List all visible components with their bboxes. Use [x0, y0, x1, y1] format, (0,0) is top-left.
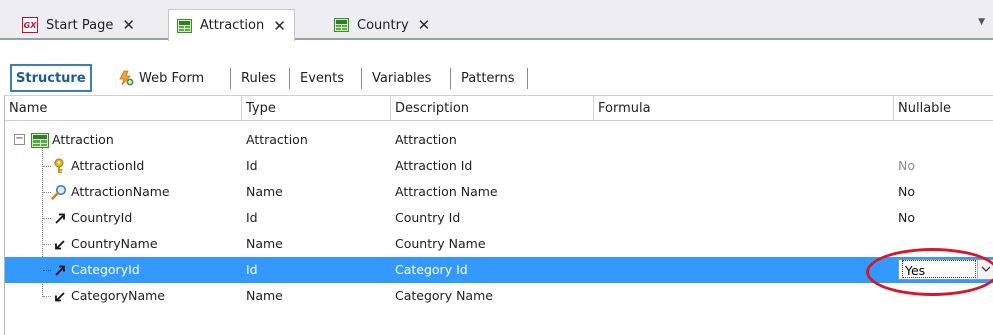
tab-label: Start Page — [46, 17, 114, 33]
tab-attraction[interactable]: Attraction ✕ — [168, 9, 295, 41]
nullable-select[interactable]: Yes — [898, 259, 993, 280]
attribute-description: Category Name — [395, 288, 493, 303]
attribute-description: Country Name — [395, 236, 486, 251]
attribute-name: CategoryId — [71, 262, 140, 277]
divider — [361, 68, 362, 89]
attribute-description: Category Id — [395, 262, 468, 277]
gx-icon: GX — [22, 17, 38, 33]
table-row[interactable]: AttractionId Id Attraction Id No — [5, 153, 993, 179]
attribute-name: CategoryName — [71, 288, 165, 303]
structure-grid: Name Type Description Formula Nullable −… — [4, 95, 993, 335]
foreign-key-icon — [54, 263, 66, 277]
tree-connector — [43, 218, 51, 219]
transaction-icon — [31, 133, 49, 148]
attribute-name: CountryId — [71, 210, 133, 225]
attribute-name: AttractionId — [71, 158, 145, 173]
key-icon — [53, 158, 65, 174]
tab-list-dropdown-icon[interactable]: ▼ — [978, 17, 985, 27]
tab-label: Attraction — [200, 18, 265, 33]
attribute-type: Id — [246, 210, 258, 225]
divider — [230, 68, 231, 89]
collapse-icon[interactable]: − — [14, 134, 25, 145]
nullable-value[interactable]: No — [898, 153, 915, 179]
column-header-formula[interactable]: Formula — [594, 96, 894, 121]
tab-rules[interactable]: Rules — [236, 65, 281, 91]
divider — [450, 68, 451, 89]
search-index-icon — [51, 184, 67, 200]
close-icon[interactable]: ✕ — [273, 17, 286, 35]
attribute-description: Country Id — [395, 210, 461, 225]
tree-connector — [43, 166, 51, 167]
tab-start-page[interactable]: GX Start Page ✕ — [14, 10, 143, 40]
document-tab-bar: GX Start Page ✕ Attraction ✕ Country ✕ ▼ — [0, 0, 993, 41]
tab-variables[interactable]: Variables — [367, 65, 436, 91]
nullable-selected-value: Yes — [902, 260, 976, 278]
tree-connector — [43, 244, 51, 245]
table-row[interactable]: CountryName Name Country Name — [5, 231, 993, 257]
attribute-description: Attraction — [395, 132, 457, 147]
column-header-type[interactable]: Type — [242, 96, 391, 121]
tab-events[interactable]: Events — [295, 65, 349, 91]
attribute-description: Attraction Name — [395, 184, 498, 199]
attribute-type: Id — [246, 158, 258, 173]
attribute-type: Id — [246, 262, 258, 277]
foreign-key-icon — [54, 211, 66, 225]
attribute-type: Name — [246, 236, 283, 251]
close-icon[interactable]: ✕ — [122, 16, 135, 34]
tab-patterns[interactable]: Patterns — [456, 65, 520, 91]
inferred-attribute-icon — [54, 237, 66, 251]
inferred-attribute-icon — [54, 289, 66, 303]
tree-connector — [43, 192, 51, 193]
transaction-icon — [177, 18, 192, 33]
column-header-description[interactable]: Description — [391, 96, 594, 121]
close-icon[interactable]: ✕ — [418, 16, 431, 34]
nullable-value[interactable]: No — [898, 179, 915, 205]
tree-connector — [43, 296, 51, 297]
column-header-name[interactable]: Name — [5, 96, 242, 121]
attribute-type: Attraction — [246, 132, 308, 147]
table-row[interactable]: AttractionName Name Attraction Name No — [5, 179, 993, 205]
tab-web-form[interactable]: Web Form — [113, 65, 209, 91]
tab-country[interactable]: Country ✕ — [326, 10, 438, 40]
web-form-label: Web Form — [139, 70, 205, 86]
column-header-nullable[interactable]: Nullable — [894, 96, 993, 121]
attribute-name: CountryName — [71, 236, 158, 251]
grid-header: Name Type Description Formula Nullable — [5, 95, 993, 121]
tab-structure[interactable]: Structure — [10, 64, 92, 92]
chevron-down-icon[interactable] — [977, 260, 993, 279]
attribute-name: AttractionName — [71, 184, 170, 199]
attribute-type: Name — [246, 184, 283, 199]
table-row[interactable]: − Attraction Attraction Attraction — [5, 127, 993, 153]
tab-label: Country — [357, 17, 409, 33]
object-part-selector: Structure Web Form Rules Events Variable… — [0, 42, 993, 92]
table-row[interactable]: CategoryName Name Category Name — [5, 283, 993, 309]
table-row-selected[interactable]: CategoryId Id Category Id Yes — [5, 257, 993, 283]
tree-connector — [43, 270, 51, 271]
divider — [527, 68, 528, 89]
attribute-type: Name — [246, 288, 283, 303]
attribute-name: Attraction — [52, 132, 114, 147]
nullable-value[interactable]: No — [898, 205, 915, 231]
table-row[interactable]: CountryId Id Country Id No — [5, 205, 993, 231]
attribute-description: Attraction Id — [395, 158, 473, 173]
divider — [289, 68, 290, 89]
web-form-icon — [118, 70, 134, 86]
transaction-icon — [334, 18, 349, 32]
